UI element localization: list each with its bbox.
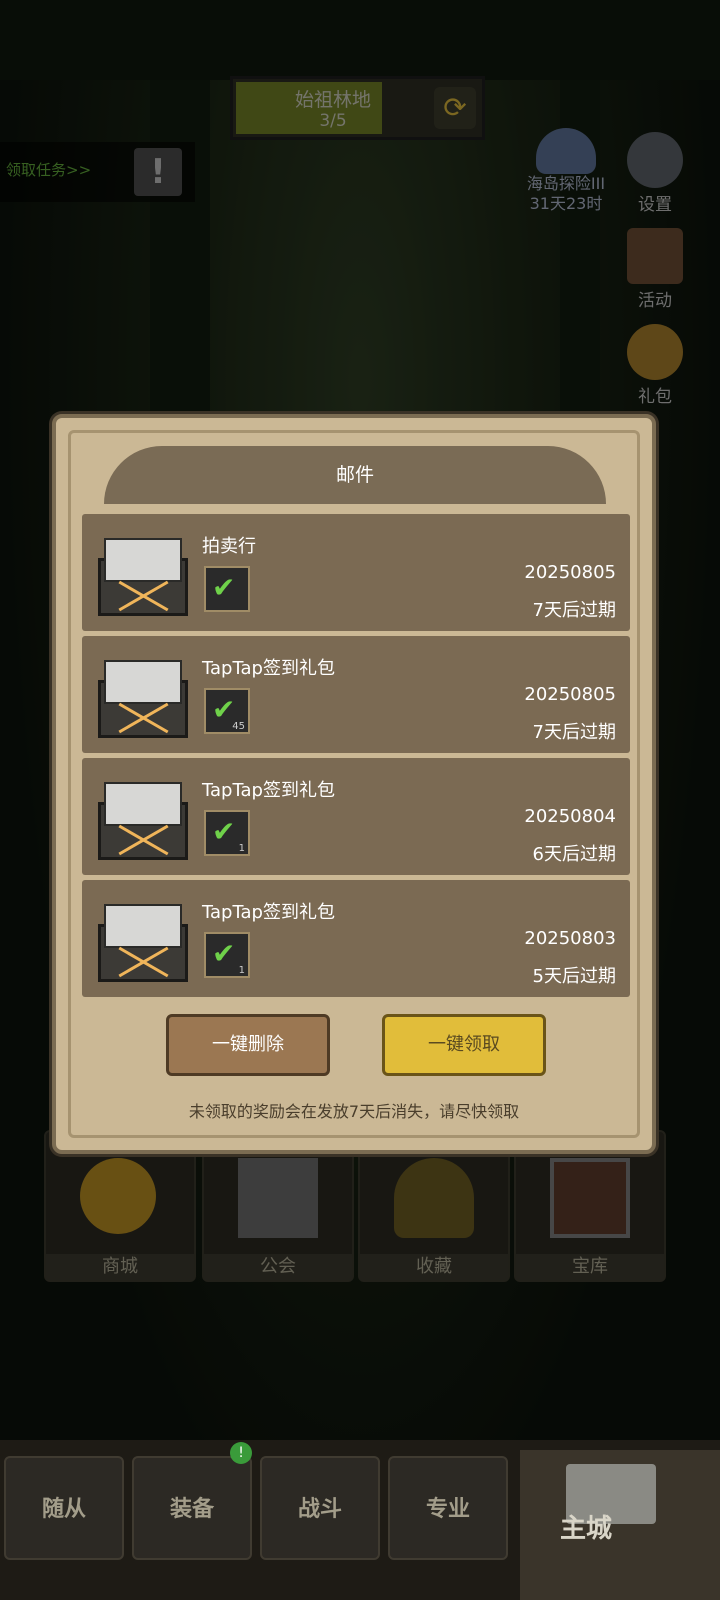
reward-item[interactable]: ✔ 1 <box>204 810 250 856</box>
reward-item[interactable]: ✔ 1 <box>204 932 250 978</box>
mail-title: TapTap签到礼包 <box>202 658 335 679</box>
tab-main-city[interactable]: 主城 <box>520 1450 720 1600</box>
mail-expire: 6天后过期 <box>532 844 616 865</box>
tab-equipment[interactable]: 装备 <box>132 1456 252 1560</box>
mail-item[interactable]: TapTap签到礼包 ✔ 45 20250805 7天后过期 <box>82 636 630 753</box>
delete-all-button[interactable]: 一键删除 <box>166 1014 330 1076</box>
main-city-label: 主城 <box>560 1514 613 1544</box>
mail-expire: 7天后过期 <box>532 722 616 743</box>
notification-badge: ! <box>230 1442 252 1464</box>
mail-title: TapTap签到礼包 <box>202 902 335 923</box>
tab-profession[interactable]: 专业 <box>388 1456 508 1560</box>
dialog-header: 邮件 <box>104 446 606 504</box>
claim-all-button[interactable]: 一键领取 <box>382 1014 546 1076</box>
reward-count: 1 <box>238 843 245 854</box>
check-icon: ✔ <box>212 571 236 604</box>
mail-item[interactable]: 拍卖行 ✔ 20250805 7天后过期 <box>82 514 630 631</box>
mail-dialog: 邮件 拍卖行 ✔ 20250805 7天后过期 TapTap签到礼包 ✔ 45 <box>52 414 656 1154</box>
dialog-title: 邮件 <box>335 464 374 486</box>
mail-date: 20250805 <box>524 562 616 583</box>
mail-expire: 5天后过期 <box>532 966 616 987</box>
reward-count: 1 <box>238 965 245 976</box>
mail-date: 20250804 <box>524 806 616 827</box>
mail-date: 20250803 <box>524 928 616 949</box>
mail-title: TapTap签到礼包 <box>202 780 335 801</box>
reward-item[interactable]: ✔ 45 <box>204 688 250 734</box>
envelope-icon <box>98 896 190 982</box>
envelope-icon <box>98 774 190 860</box>
mail-list: 拍卖行 ✔ 20250805 7天后过期 TapTap签到礼包 ✔ 45 202… <box>82 514 630 1002</box>
reward-item[interactable]: ✔ <box>204 566 250 612</box>
mail-title: 拍卖行 <box>202 536 256 557</box>
envelope-icon <box>98 530 190 616</box>
mail-item[interactable]: TapTap签到礼包 ✔ 1 20250803 5天后过期 <box>82 880 630 997</box>
check-icon: ✔ <box>212 937 236 970</box>
envelope-icon <box>98 652 190 738</box>
reward-count: 45 <box>232 721 245 732</box>
tab-followers[interactable]: 随从 <box>4 1456 124 1560</box>
check-icon: ✔ <box>212 815 236 848</box>
dialog-note: 未领取的奖励会在发放7天后消失，请尽快领取 <box>188 1102 520 1121</box>
mail-date: 20250805 <box>524 684 616 705</box>
mail-item[interactable]: TapTap签到礼包 ✔ 1 20250804 6天后过期 <box>82 758 630 875</box>
mail-expire: 7天后过期 <box>532 600 616 621</box>
tab-battle[interactable]: 战斗 <box>260 1456 380 1560</box>
